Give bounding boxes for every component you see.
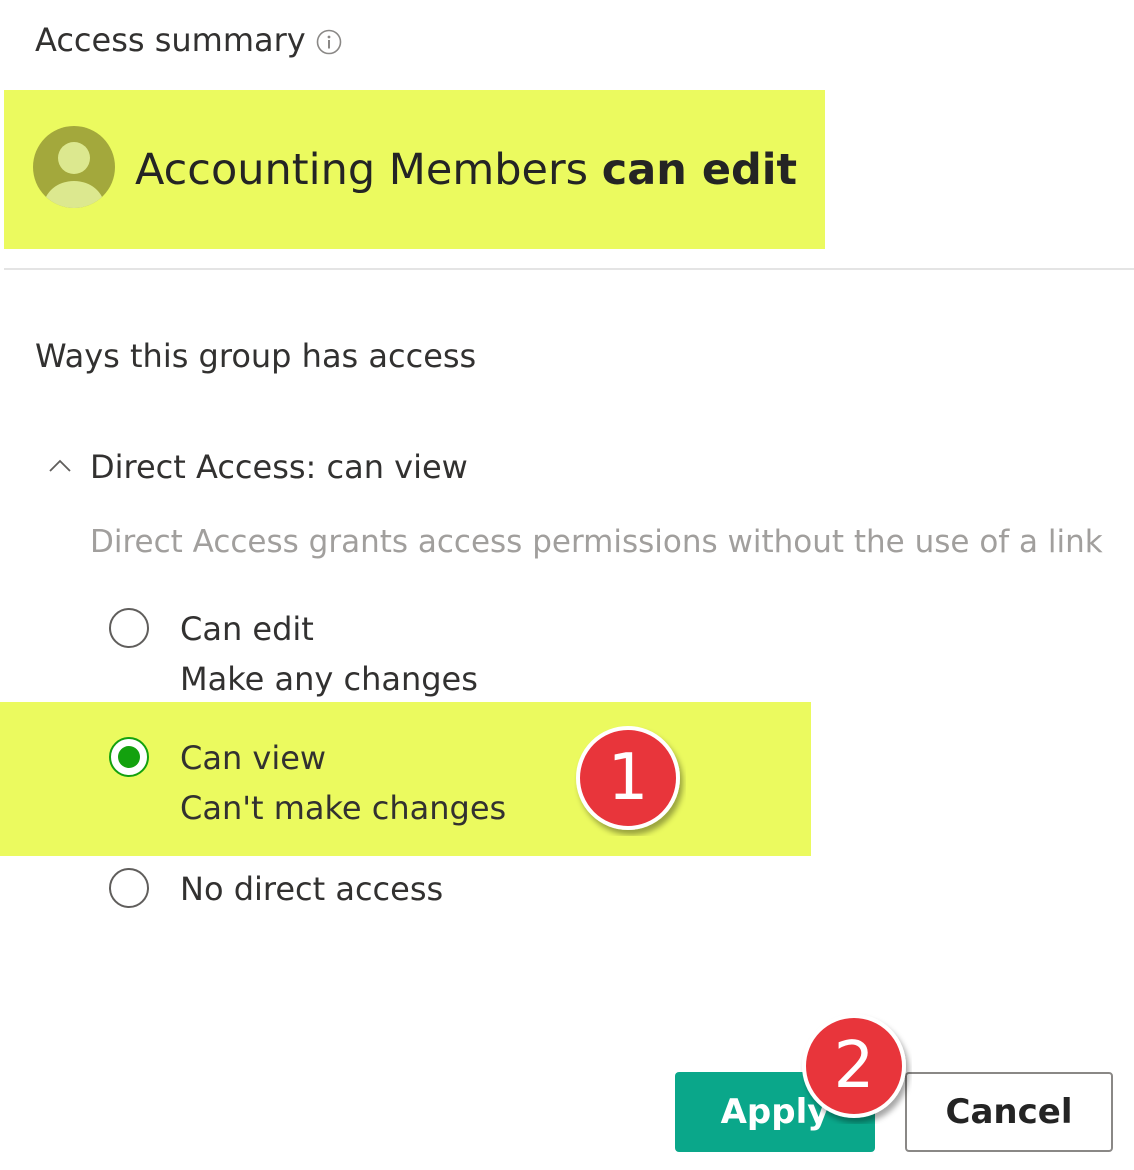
option-can-edit-sublabel: Make any changes <box>180 660 478 698</box>
info-icon[interactable] <box>316 29 342 55</box>
radio-can-view[interactable] <box>108 736 150 778</box>
annotation-badge-1-number: 1 <box>607 741 649 815</box>
panel-title: Access summary <box>35 21 306 59</box>
cancel-button[interactable]: Cancel <box>905 1072 1113 1152</box>
chevron-up-icon[interactable] <box>46 452 74 480</box>
direct-access-description: Direct Access grants access permissions … <box>90 524 1103 560</box>
option-no-direct-access-label[interactable]: No direct access <box>180 867 443 911</box>
group-name: Accounting Members <box>135 145 589 195</box>
radio-can-edit[interactable] <box>108 607 150 649</box>
ways-heading: Ways this group has access <box>35 337 477 375</box>
radio-no-direct-access[interactable] <box>108 867 150 909</box>
access-summary-line: Accounting Members can edit <box>135 140 797 200</box>
person-avatar-icon <box>33 126 115 208</box>
access-panel: Access summary Accounting Members can ed… <box>0 0 1134 1170</box>
option-can-view-sublabel: Can't make changes <box>180 789 507 827</box>
group-permission: can edit <box>601 145 798 195</box>
annotation-badge-2-number: 2 <box>833 1029 875 1103</box>
divider <box>4 268 1134 270</box>
highlight-can-view <box>0 702 811 856</box>
option-can-view-label[interactable]: Can view <box>180 736 326 780</box>
option-can-edit-label[interactable]: Can edit <box>180 607 314 651</box>
direct-access-title[interactable]: Direct Access: can view <box>90 445 468 489</box>
